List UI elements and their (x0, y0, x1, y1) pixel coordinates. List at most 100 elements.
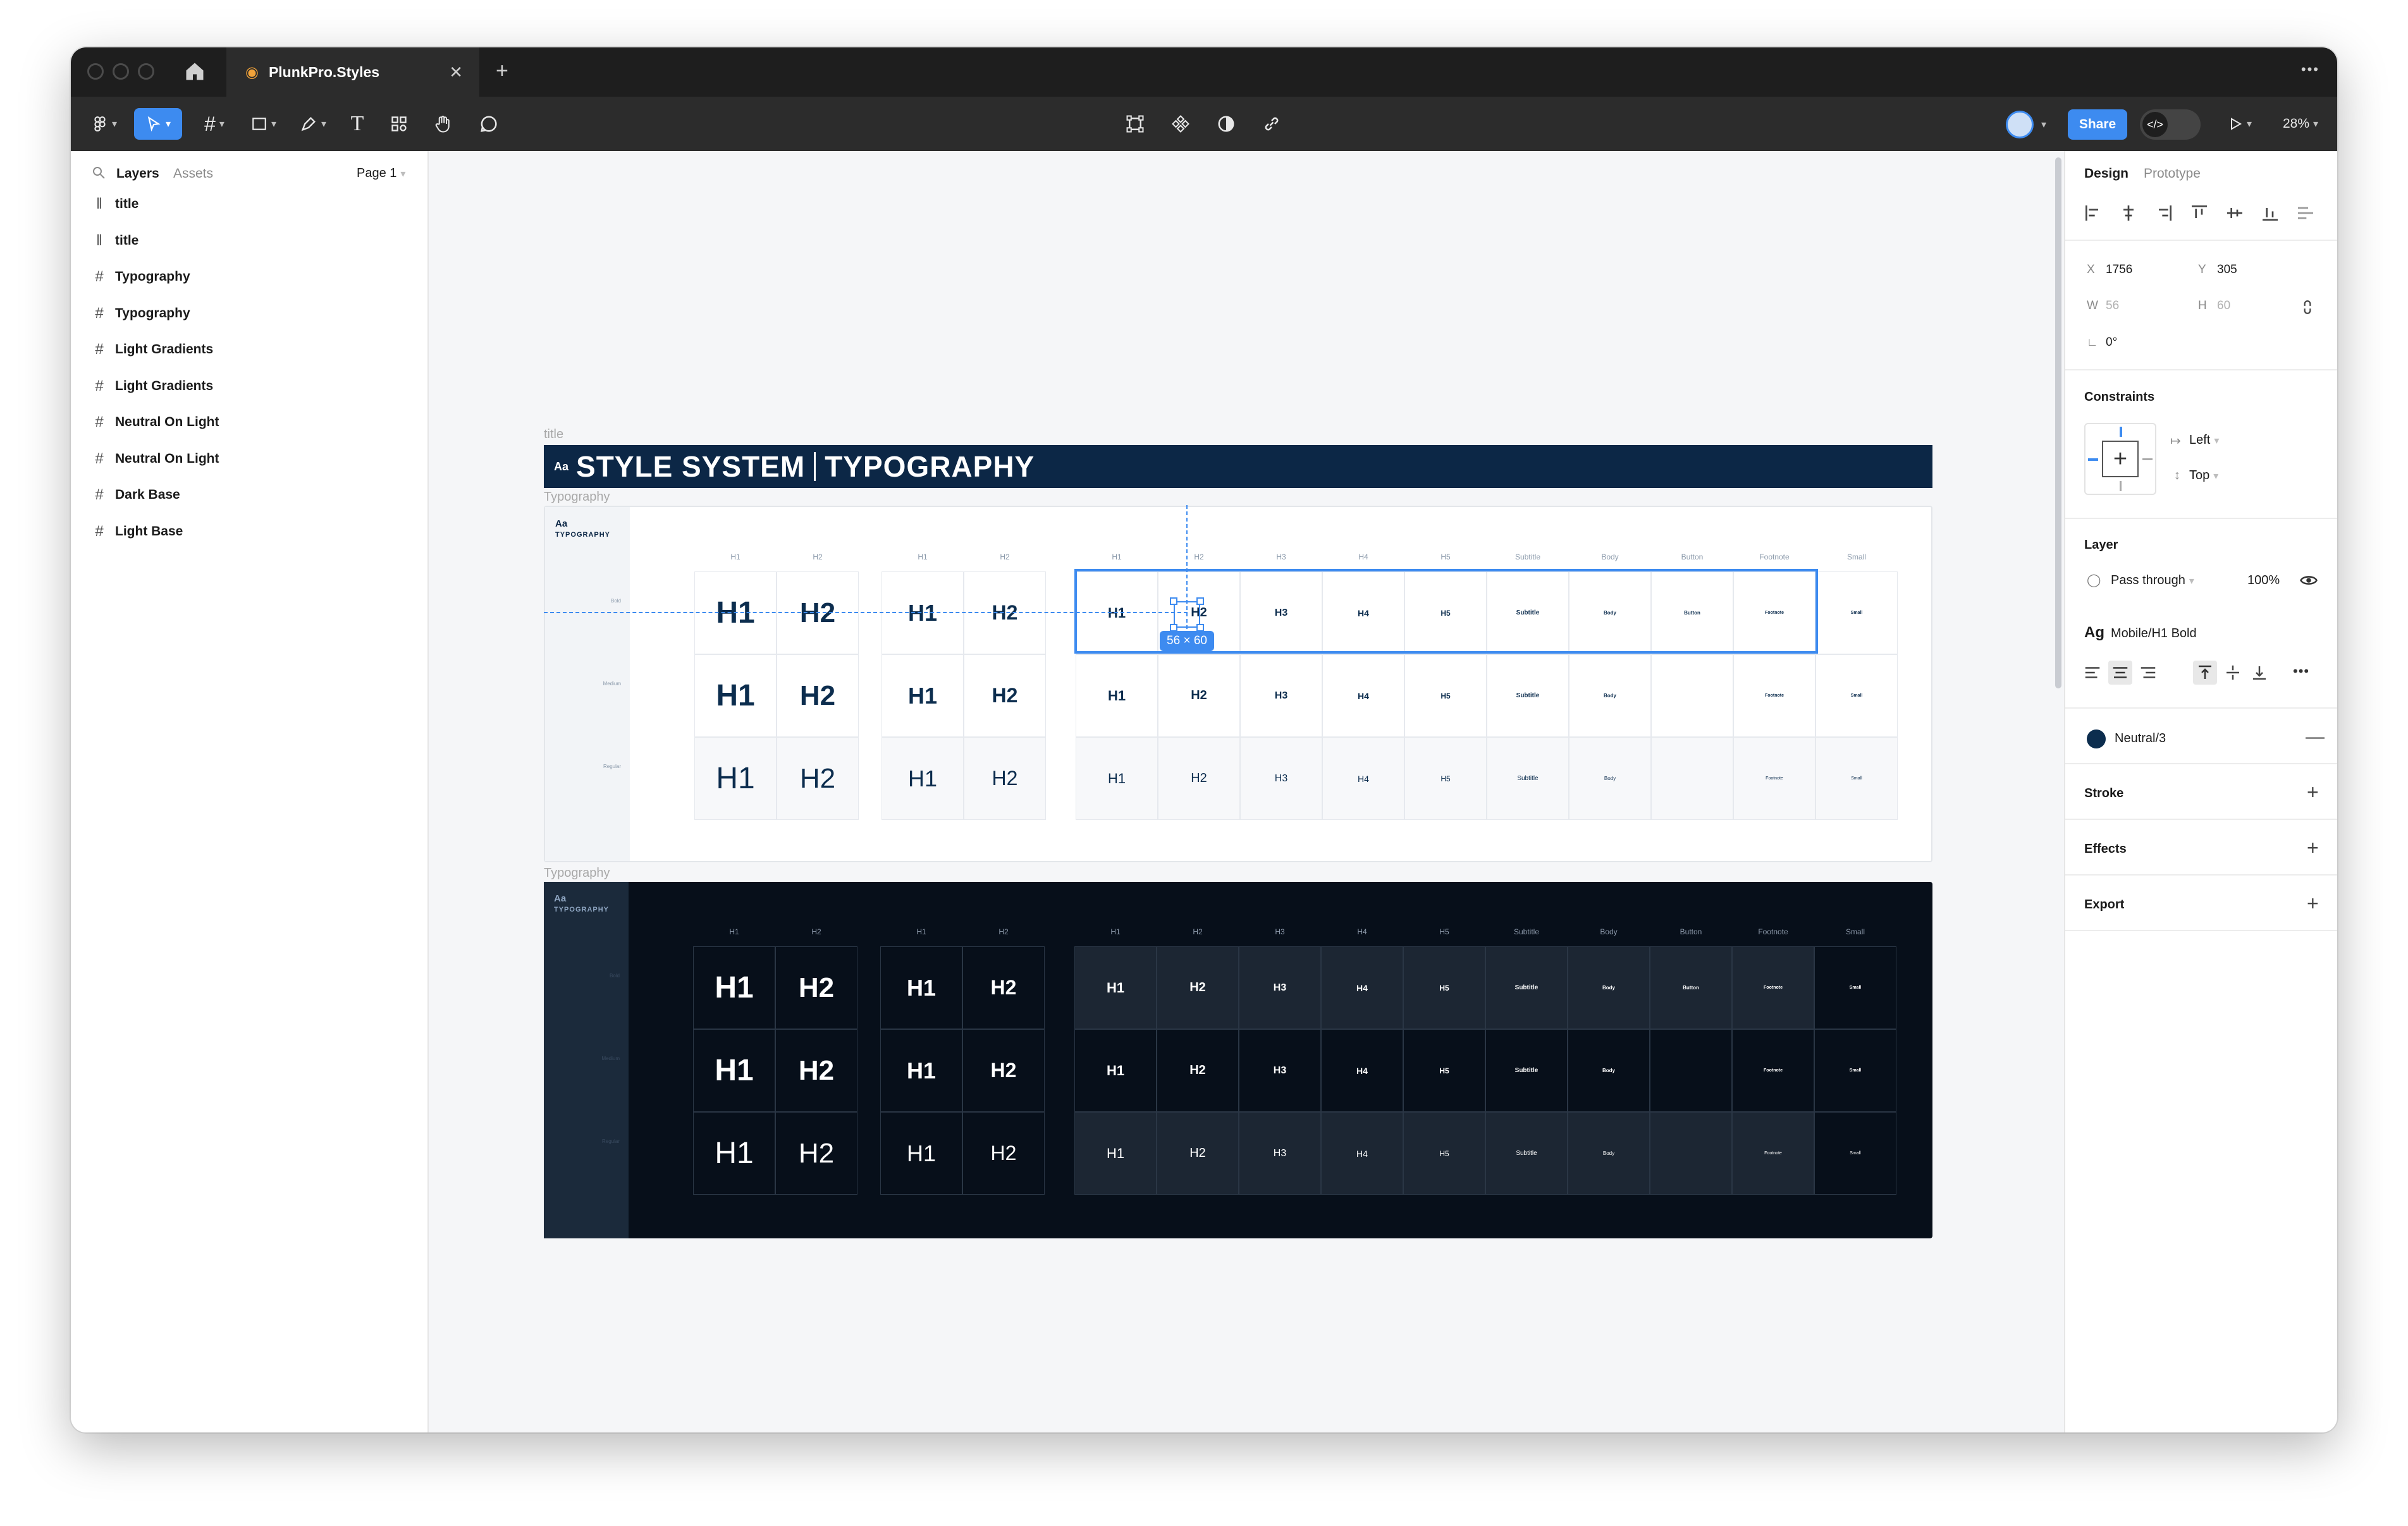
type-specimen-cell[interactable]: H2 (775, 1112, 857, 1195)
selection-handle-tr[interactable] (1196, 597, 1204, 605)
type-specimen-cell[interactable]: H2 (962, 1112, 1045, 1195)
link-button[interactable] (1256, 108, 1287, 140)
type-specimen-cell[interactable]: H5 (1404, 654, 1487, 737)
type-specimen-cell[interactable]: H2 (962, 1029, 1045, 1112)
type-specimen-cell[interactable]: H4 (1321, 1029, 1403, 1112)
add-stroke-icon[interactable]: + (2307, 781, 2319, 804)
constraints-widget[interactable]: + (2084, 423, 2156, 495)
type-specimen-cell[interactable]: H1 (1076, 737, 1158, 820)
type-specimen-cell[interactable] (1650, 1029, 1732, 1112)
type-specimen-cell[interactable]: H3 (1239, 1112, 1321, 1195)
layer-item[interactable]: # Neutral On Light (90, 446, 219, 472)
tab-layers[interactable]: Layers (116, 166, 159, 181)
type-specimen-cell[interactable]: H2 (1157, 946, 1239, 1029)
text-align-left-icon[interactable] (2083, 663, 2102, 682)
type-specimen-cell[interactable] (1650, 1112, 1732, 1195)
constraint-left-line[interactable] (2088, 458, 2098, 461)
constraint-right-line[interactable] (2142, 458, 2153, 460)
pen-tool-button[interactable]: ▾ (292, 108, 334, 140)
type-specimen-cell[interactable]: H2 (964, 737, 1046, 820)
type-specimen-cell[interactable]: H5 (1403, 1112, 1485, 1195)
type-specimen-cell[interactable]: Subtitle (1485, 946, 1568, 1029)
type-specimen-cell[interactable]: H2 (1158, 737, 1240, 820)
new-tab-icon[interactable]: + (496, 59, 508, 83)
type-specimen-cell[interactable]: Body (1569, 737, 1651, 820)
home-icon[interactable] (183, 60, 206, 83)
layer-item[interactable]: # Dark Base (90, 482, 180, 508)
light-frame-label[interactable]: Typography (544, 490, 610, 504)
add-export-icon[interactable]: + (2307, 892, 2319, 915)
add-effect-icon[interactable]: + (2307, 836, 2319, 860)
align-top-icon[interactable] (2189, 203, 2209, 223)
w-input[interactable]: 56 (2106, 299, 2119, 313)
type-specimen-cell[interactable]: Subtitle (1485, 1029, 1568, 1112)
type-specimen-cell[interactable]: Footnote (1732, 946, 1814, 1029)
y-input[interactable]: 305 (2217, 263, 2237, 277)
shape-tool-button[interactable]: ▾ (243, 108, 285, 140)
type-specimen-cell[interactable]: H1 (880, 946, 962, 1029)
constraint-top-line[interactable] (2120, 427, 2122, 437)
constraint-bottom-line[interactable] (2120, 481, 2122, 491)
type-specimen-cell[interactable]: Footnote (1732, 1029, 1814, 1112)
title-frame-label[interactable]: title (544, 427, 563, 442)
type-specimen-cell[interactable]: H1 (1074, 1112, 1157, 1195)
move-tool-button[interactable]: ▾ (134, 108, 182, 140)
remove-fill-icon[interactable]: — (2306, 726, 2325, 748)
type-specimen-cell[interactable]: Small (1814, 1112, 1896, 1195)
blend-mode-select[interactable]: Pass through ▾ (2111, 573, 2194, 588)
chevron-down-icon[interactable]: ▾ (2041, 118, 2046, 131)
type-specimen-cell[interactable]: Footnote (1733, 654, 1815, 737)
text-style-name[interactable]: Mobile/H1 Bold (2111, 626, 2197, 641)
h-input[interactable]: 60 (2217, 299, 2230, 313)
type-specimen-cell[interactable]: H1 (1076, 654, 1158, 737)
horizontal-constraint-select[interactable]: Left ▾ (2189, 433, 2219, 448)
typography-dark-frame[interactable]: Aa TYPOGRAPHY Bold Medium Regular H1 H1 H1 H1 H… (544, 882, 1932, 1238)
title-banner[interactable]: Aa STYLE SYSTEM TYPOGRAPHY (544, 445, 1932, 488)
layer-item[interactable]: # Light Gradients (90, 337, 213, 362)
file-tab[interactable]: ◉ PlunkPro.Styles ✕ (226, 47, 479, 97)
type-specimen-cell[interactable]: H1 (882, 737, 964, 820)
user-avatar[interactable] (2006, 111, 2034, 138)
type-specimen-cell[interactable]: H1 (693, 1029, 775, 1112)
type-specimen-cell[interactable]: Body (1569, 654, 1651, 737)
zoom-dropdown[interactable]: 28% ▾ (2275, 108, 2326, 140)
resources-button[interactable] (383, 108, 415, 140)
type-specimen-cell[interactable]: H2 (1157, 1112, 1239, 1195)
main-menu-button[interactable]: ▾ (83, 108, 125, 140)
type-specimen-cell[interactable]: H1 (880, 1112, 962, 1195)
type-specimen-cell[interactable]: Body (1568, 1029, 1650, 1112)
tab-assets[interactable]: Assets (173, 166, 213, 181)
close-tab-icon[interactable]: ✕ (449, 63, 463, 82)
type-specimen-cell[interactable]: Body (1568, 946, 1650, 1029)
frame-tool-button[interactable]: # ▾ (194, 108, 235, 140)
layer-item[interactable]: # Typography (90, 301, 190, 326)
type-specimen-cell[interactable]: Body (1568, 1112, 1650, 1195)
type-specimen-cell[interactable]: H4 (1322, 737, 1404, 820)
type-specimen-cell[interactable]: H4 (1321, 946, 1403, 1029)
typography-light-frame[interactable]: Aa TYPOGRAPHY Bold Medium Regular H1 H1 H1 H1 H… (544, 506, 1932, 862)
type-specimen-cell[interactable]: Subtitle (1487, 737, 1569, 820)
share-button[interactable]: Share (2068, 109, 2127, 140)
align-right-icon[interactable] (2154, 203, 2174, 223)
text-valign-middle-icon[interactable] (2223, 663, 2242, 682)
search-icon[interactable] (91, 165, 106, 183)
type-specimen-cell[interactable]: H2 (964, 654, 1046, 737)
x-input[interactable]: 1756 (2106, 263, 2132, 277)
type-specimen-cell[interactable]: H3 (1239, 1029, 1321, 1112)
canvas[interactable]: title Aa STYLE SYSTEM TYPOGRAPHY Typogra… (429, 151, 2064, 1432)
canvas-scrollbar[interactable] (2055, 157, 2061, 688)
layer-item[interactable]: # Light Gradients (90, 374, 213, 399)
more-menu-icon[interactable]: ••• (2301, 61, 2319, 78)
type-specimen-cell[interactable]: Subtitle (1485, 1112, 1568, 1195)
rotation-input[interactable]: 0° (2106, 336, 2117, 350)
eye-icon[interactable] (2299, 571, 2318, 590)
vertical-constraint-select[interactable]: Top ▾ (2189, 468, 2218, 483)
dark-frame-label[interactable]: Typography (544, 866, 610, 881)
type-specimen-cell[interactable]: H2 (775, 946, 857, 1029)
type-specimen-cell[interactable]: Small (1814, 946, 1896, 1029)
fill-style-name[interactable]: Neutral/3 (2115, 731, 2166, 746)
align-bottom-icon[interactable] (2260, 203, 2280, 223)
type-specimen-cell[interactable]: H4 (1322, 654, 1404, 737)
type-specimen-cell[interactable]: H1 (1074, 1029, 1157, 1112)
distribute-icon[interactable] (2295, 203, 2316, 223)
